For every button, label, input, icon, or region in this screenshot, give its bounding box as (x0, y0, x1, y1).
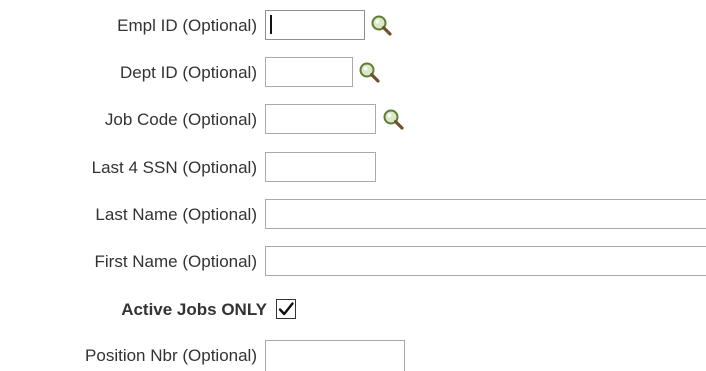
empl-id-lookup-icon[interactable] (369, 13, 393, 37)
dept-id-row: Dept ID (Optional) (0, 55, 706, 91)
active-jobs-label: Active Jobs ONLY (121, 300, 267, 319)
empl-id-wrapper (265, 10, 365, 40)
empl-id-label: Empl ID (Optional) (117, 16, 257, 35)
first-name-label: First Name (Optional) (94, 252, 257, 271)
position-nbr-row: Position Nbr (Optional) (0, 338, 706, 371)
last4-ssn-label: Last 4 SSN (Optional) (91, 158, 257, 177)
last-name-input[interactable] (265, 199, 706, 229)
first-name-row: First Name (Optional) (0, 244, 706, 280)
empl-id-input[interactable] (265, 10, 365, 40)
position-nbr-label: Position Nbr (Optional) (85, 346, 257, 365)
first-name-input[interactable] (265, 246, 706, 276)
job-code-label: Job Code (Optional) (104, 110, 257, 129)
active-jobs-row: Active Jobs ONLY (0, 292, 706, 328)
search-criteria-form: Empl ID (Optional) Dept ID (Optional) Jo… (0, 0, 706, 371)
last-name-row: Last Name (Optional) (0, 197, 706, 233)
job-code-lookup-icon[interactable] (381, 107, 405, 131)
last4-ssn-input[interactable] (265, 152, 376, 182)
job-code-row: Job Code (Optional) (0, 102, 706, 138)
active-jobs-checkbox[interactable] (276, 299, 296, 319)
job-code-input[interactable] (265, 104, 376, 134)
dept-id-lookup-icon[interactable] (357, 60, 381, 84)
checkmark-icon (278, 301, 294, 315)
last4-ssn-row: Last 4 SSN (Optional) (0, 150, 706, 186)
dept-id-label: Dept ID (Optional) (120, 63, 257, 82)
empl-id-row: Empl ID (Optional) (0, 8, 706, 44)
last-name-label: Last Name (Optional) (95, 205, 257, 224)
position-nbr-input[interactable] (265, 340, 405, 371)
text-cursor (270, 15, 272, 34)
dept-id-input[interactable] (265, 57, 353, 87)
